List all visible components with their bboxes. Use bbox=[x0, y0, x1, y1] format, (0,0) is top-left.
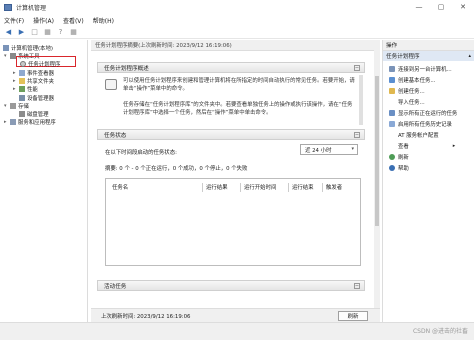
overview-paragraph-1: 可以使用任务计划程序来创建和管理计算机将在所指定的时间自动执行的常见任务。若要开… bbox=[123, 78, 355, 92]
action-import-task[interactable]: 导入任务... bbox=[389, 97, 425, 106]
action-connect-computer[interactable]: 连接到另一台计算机... bbox=[389, 64, 452, 73]
action-create-task[interactable]: 创建任务... bbox=[389, 86, 425, 95]
up-folder-icon[interactable]: □ bbox=[29, 27, 40, 37]
action-view[interactable]: 查看 ▸ bbox=[389, 141, 455, 150]
storage-icon bbox=[10, 102, 16, 109]
title-bar: 计算机管理 — ▢ ✕ bbox=[0, 0, 474, 14]
connect-icon bbox=[389, 65, 395, 72]
minimize-button[interactable]: — bbox=[408, 0, 430, 14]
collapse-up-icon[interactable]: ▴ bbox=[468, 53, 471, 59]
expand-arrow-icon[interactable]: ▸ bbox=[13, 70, 18, 76]
action-show-running-tasks[interactable]: 显示所有正在运行的任务 bbox=[389, 108, 457, 117]
column-run-end[interactable]: 运行结束 bbox=[292, 183, 314, 191]
last-refresh-text: 上次刷新时间: 2023/9/12 16:19:06 bbox=[101, 313, 191, 320]
action-enable-history[interactable]: 启用所有任务历史记录 bbox=[389, 119, 452, 128]
submenu-arrow-icon: ▸ bbox=[452, 142, 456, 149]
maximize-button[interactable]: ▢ bbox=[430, 0, 452, 14]
action-create-basic-task[interactable]: 创建基本任务... bbox=[389, 75, 436, 84]
status-bar bbox=[0, 322, 474, 340]
tree-item-services-apps[interactable]: ▸ 服务和应用程序 bbox=[4, 117, 56, 126]
status-body: 在以下时间段启动的任务状态: 近 24 小时 ▾ 摘要: 0 个 - 0 个正在… bbox=[97, 140, 365, 270]
computer-icon bbox=[3, 44, 9, 51]
refresh-button[interactable]: 刷新 bbox=[338, 311, 368, 321]
window-title: 计算机管理 bbox=[16, 4, 47, 12]
tree-item-performance[interactable]: ▸ 性能 bbox=[13, 84, 38, 93]
status-section-bar[interactable]: 任务状态 − bbox=[97, 129, 365, 140]
status-period-label: 在以下时间段启动的任务状态: bbox=[105, 150, 177, 156]
active-tasks-section-bar[interactable]: 活动任务 − bbox=[97, 280, 365, 291]
collapse-icon[interactable]: − bbox=[354, 283, 360, 289]
center-footer: 上次刷新时间: 2023/9/12 16:19:06 刷新 bbox=[91, 308, 380, 322]
action-help[interactable]: 帮助 bbox=[389, 163, 409, 172]
event-viewer-icon bbox=[19, 69, 25, 76]
close-button[interactable]: ✕ bbox=[452, 0, 474, 14]
menu-help[interactable]: 帮助(H) bbox=[93, 16, 114, 25]
scrollbar-thumb[interactable] bbox=[375, 76, 379, 226]
overview-scrollbar[interactable] bbox=[359, 75, 363, 125]
task-scheduler-icon bbox=[105, 79, 117, 90]
navigation-tree: 计算机管理(本地) ▾ 系统工具 任务计划程序 ▸ 事件查看器 ▸ 共享文件夹 … bbox=[0, 40, 88, 322]
overview-title: 任务计划程序概述 bbox=[104, 65, 149, 72]
menu-file[interactable]: 文件(F) bbox=[4, 16, 24, 25]
period-select[interactable]: 近 24 小时 ▾ bbox=[300, 144, 358, 155]
collapse-icon[interactable]: − bbox=[354, 65, 360, 71]
collapse-arrow-icon[interactable]: ▾ bbox=[4, 103, 9, 109]
actions-group-task-scheduler[interactable]: 任务计划程序 ▴ bbox=[383, 51, 474, 61]
menu-action[interactable]: 操作(A) bbox=[33, 16, 54, 25]
services-icon bbox=[10, 118, 16, 125]
chevron-down-icon: ▾ bbox=[351, 146, 354, 152]
toolbar: ◀ ▶ □ ▦ ? ▦ bbox=[0, 26, 474, 39]
task-status-grid[interactable]: 任务名 运行结果 运行开始时间 运行结束 触发者 bbox=[105, 178, 361, 266]
overview-paragraph-2: 任务存储在“任务计划程序库”的文件夹中。若要查看单独任务上的操作或执行该操作，请… bbox=[123, 102, 353, 116]
column-triggered-by[interactable]: 触发者 bbox=[326, 183, 342, 191]
clock-icon bbox=[20, 60, 26, 67]
create-basic-task-icon bbox=[389, 76, 395, 83]
expand-arrow-icon[interactable]: ▸ bbox=[13, 78, 18, 84]
watermark: CSDN @进击的社畜 bbox=[412, 328, 468, 335]
grid-header: 任务名 运行结果 运行开始时间 运行结束 触发者 bbox=[106, 183, 360, 192]
collapse-arrow-icon[interactable]: ▾ bbox=[4, 53, 9, 59]
history-icon bbox=[389, 120, 395, 127]
overview-section-bar[interactable]: 任务计划程序概述 − bbox=[97, 62, 365, 73]
actions-pane: 操作 任务计划程序 ▴ 连接到另一台计算机... 创建基本任务... 创建任务.… bbox=[382, 40, 474, 322]
help-icon[interactable]: ? bbox=[55, 27, 66, 37]
column-task-name[interactable]: 任务名 bbox=[112, 183, 128, 191]
forward-arrow-icon[interactable]: ▶ bbox=[16, 27, 27, 37]
folder-icon bbox=[19, 77, 25, 84]
expand-arrow-icon[interactable]: ▸ bbox=[13, 86, 18, 92]
running-tasks-icon bbox=[389, 109, 395, 116]
performance-icon bbox=[19, 85, 25, 92]
show-hide-tree-icon[interactable]: ▦ bbox=[42, 27, 53, 37]
column-run-result[interactable]: 运行结果 bbox=[206, 183, 228, 191]
expand-arrow-icon[interactable]: ▸ bbox=[4, 119, 9, 125]
overview-body: 可以使用任务计划程序来创建和管理计算机将在所指定的时间自动执行的常见任务。若要开… bbox=[97, 73, 365, 129]
help-icon bbox=[389, 164, 395, 171]
device-manager-icon bbox=[19, 94, 25, 101]
main-panel: 任务计划程序摘要(上次刷新时间: 2023/9/12 16:19:06) 任务计… bbox=[91, 40, 380, 322]
tree-item-task-scheduler[interactable]: 任务计划程序 bbox=[20, 59, 60, 68]
computer-management-icon bbox=[4, 3, 12, 11]
disk-icon bbox=[19, 110, 25, 117]
action-refresh[interactable]: 刷新 bbox=[389, 152, 409, 161]
summary-header: 任务计划程序摘要(上次刷新时间: 2023/9/12 16:19:06) bbox=[91, 40, 380, 51]
properties-icon[interactable]: ▦ bbox=[68, 27, 79, 37]
status-title: 任务状态 bbox=[104, 132, 127, 139]
back-arrow-icon[interactable]: ◀ bbox=[3, 27, 14, 37]
menu-bar: 文件(F) 操作(A) 查看(V) 帮助(H) bbox=[0, 14, 474, 26]
column-run-start[interactable]: 运行开始时间 bbox=[244, 183, 276, 191]
action-at-service-config[interactable]: AT 服务帐户配置 bbox=[389, 130, 439, 139]
menu-view[interactable]: 查看(V) bbox=[63, 16, 84, 25]
active-tasks-title: 活动任务 bbox=[104, 283, 127, 290]
create-task-icon bbox=[389, 87, 395, 94]
actions-title: 操作 bbox=[383, 40, 474, 51]
status-summary: 摘要: 0 个 - 0 个正在运行，0 个成功，0 个停止，0 个失败 bbox=[105, 166, 248, 172]
refresh-icon bbox=[389, 153, 395, 160]
collapse-icon[interactable]: − bbox=[354, 132, 360, 138]
center-scrollbar[interactable] bbox=[374, 40, 380, 308]
